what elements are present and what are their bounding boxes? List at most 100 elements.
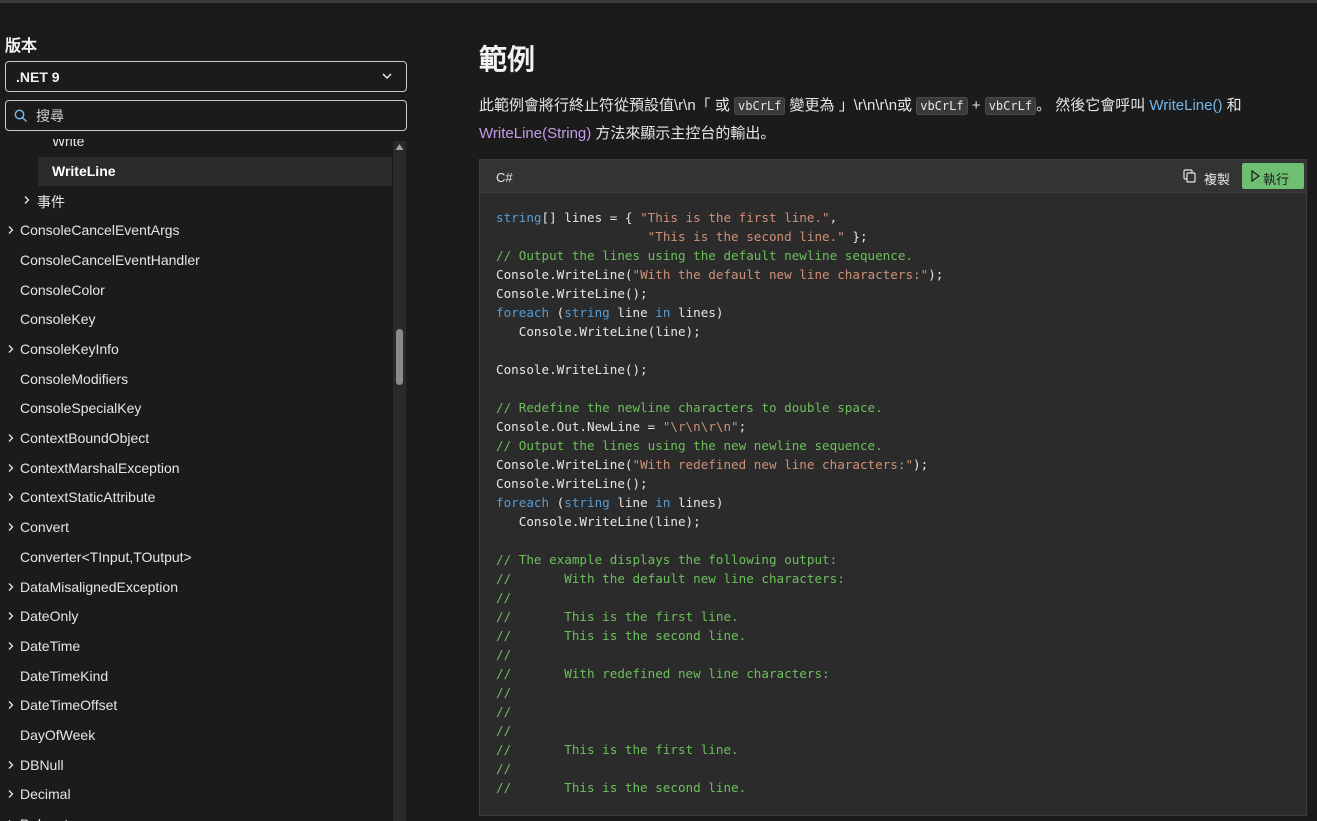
code-line: Console.WriteLine();	[496, 474, 1296, 493]
chevron-right-icon[interactable]	[6, 522, 16, 532]
toc-item-label: ContextBoundObject	[20, 430, 150, 446]
scrollbar-thumb[interactable]	[396, 329, 403, 385]
toc-item[interactable]: Convert	[0, 513, 392, 542]
toc-item[interactable]: ContextStaticAttribute	[0, 483, 392, 512]
toc-item[interactable]: 事件	[0, 186, 392, 215]
desc-text: 變更為 」\r\n\r\n或	[785, 97, 917, 114]
toc-item[interactable]: Delegate	[0, 810, 392, 821]
code-token: // This is the first line.	[496, 742, 739, 757]
chevron-right-icon[interactable]	[6, 582, 16, 592]
chevron-right-icon[interactable]	[22, 195, 32, 205]
code-token: // With the default new line characters:	[496, 571, 845, 586]
toc-item[interactable]: Write	[0, 139, 392, 156]
toc-item-label: DBNull	[20, 756, 64, 773]
toc-item[interactable]: ContextBoundObject	[0, 424, 392, 453]
toc-item[interactable]: DateTime	[0, 632, 392, 661]
code-token: string	[564, 495, 610, 510]
code-line: // Output the lines using the new newlin…	[496, 436, 1296, 455]
version-value: .NET 9	[16, 69, 60, 85]
code-token: "This is the first line."	[640, 210, 830, 225]
desc-text: 此範例會將行終止符從預設值\r\n「 或	[479, 97, 735, 114]
table-of-contents: Write WriteLine 事件 ConsoleCancelEventArgs Co…	[0, 139, 392, 821]
search-box[interactable]	[5, 100, 407, 131]
code-token: (	[549, 305, 565, 320]
code-token: string	[496, 210, 542, 225]
copy-button[interactable]: 複製	[1180, 164, 1236, 188]
code-token: ;	[738, 419, 747, 434]
code-token: "This is the second line."	[647, 229, 845, 244]
code-block-header: C# 複製 執行	[480, 160, 1306, 193]
toc-item[interactable]: ConsoleSpecialKey	[0, 394, 392, 423]
toc-item[interactable]: DayOfWeek	[0, 721, 392, 750]
code-token: //	[496, 590, 512, 605]
run-button[interactable]: 執行	[1242, 163, 1304, 189]
code-token: // This is the second line.	[496, 780, 747, 795]
chevron-right-icon[interactable]	[6, 789, 16, 799]
play-icon	[1251, 170, 1260, 182]
code-block: C# 複製 執行 string[] lines = { "This is the…	[479, 159, 1307, 816]
toc-item[interactable]: ConsoleCancelEventHandler	[0, 246, 392, 275]
code-line: // Redefine the newline characters to do…	[496, 398, 1296, 417]
chevron-down-icon	[382, 73, 392, 80]
code-line: //	[496, 721, 1296, 740]
toc-item[interactable]: ConsoleKey	[0, 305, 392, 334]
code-token: in	[655, 495, 671, 510]
toc-item[interactable]: ConsoleKeyInfo	[0, 335, 392, 364]
toc-item[interactable]: WriteLine	[38, 156, 392, 186]
code-line: // This is the second line.	[496, 778, 1296, 797]
code-line: // This is the second line.	[496, 626, 1296, 645]
chevron-right-icon[interactable]	[6, 225, 16, 235]
code-token: //	[496, 685, 512, 700]
toc-item-label: ConsoleSpecialKey	[20, 400, 142, 417]
writeline-string-link[interactable]: WriteLine(String)	[479, 125, 591, 142]
code-token: (	[549, 495, 565, 510]
toc-item[interactable]: ContextMarshalException	[0, 454, 392, 483]
copy-icon	[1183, 169, 1196, 183]
scroll-up-arrow-icon[interactable]	[395, 143, 404, 151]
code-token: Console.WriteLine();	[496, 286, 648, 301]
chevron-right-icon[interactable]	[6, 433, 16, 443]
toc-item-label: DateTimeOffset	[20, 697, 118, 714]
code-token: Console.WriteLine(	[496, 267, 633, 282]
toc-item[interactable]: Converter<TInput,TOutput>	[0, 543, 392, 572]
chevron-right-icon[interactable]	[6, 760, 16, 770]
toc-item-label: Write	[52, 139, 85, 149]
chevron-right-icon[interactable]	[6, 700, 16, 710]
chevron-right-icon[interactable]	[6, 463, 16, 473]
code-language: C#	[496, 170, 513, 185]
toc-item-label: WriteLine	[52, 162, 116, 179]
code-token: line	[609, 305, 656, 320]
toc-item-label: ContextStaticAttribute	[20, 489, 156, 506]
search-input[interactable]	[36, 105, 396, 127]
toc-scrollbar[interactable]	[393, 141, 406, 821]
chevron-right-icon[interactable]	[6, 344, 16, 354]
code-token: foreach	[496, 305, 550, 320]
code-line: "This is the second line." };	[496, 227, 1296, 246]
code-line: Console.WriteLine();	[496, 360, 1296, 379]
toc-item[interactable]: DateTimeOffset	[0, 691, 392, 720]
toc-item[interactable]: DateTimeKind	[0, 662, 392, 691]
version-select[interactable]: .NET 9	[5, 61, 407, 92]
chevron-right-icon[interactable]	[6, 492, 16, 502]
code-token: // With redefined new line characters:	[496, 666, 830, 681]
toc-item[interactable]: ConsoleColor	[0, 276, 392, 305]
chevron-right-icon[interactable]	[6, 641, 16, 651]
code-line: //	[496, 588, 1296, 607]
inline-code: vbCrLf	[916, 97, 968, 115]
toc-item[interactable]: DBNull	[0, 751, 392, 780]
toc-item[interactable]: ConsoleCancelEventArgs	[0, 216, 392, 245]
code-token: Console.WriteLine(line);	[496, 324, 701, 339]
code-line: // This is the first line.	[496, 607, 1296, 626]
toc-item[interactable]: DataMisalignedException	[0, 573, 392, 602]
toc-item[interactable]: ConsoleModifiers	[0, 365, 392, 394]
writeline-link[interactable]: WriteLine()	[1149, 97, 1222, 114]
code-token: // Output the lines using the new newlin…	[496, 438, 883, 453]
code-token: //	[496, 723, 512, 738]
toc-item[interactable]: DateOnly	[0, 602, 392, 631]
chevron-right-icon[interactable]	[6, 611, 16, 621]
toc-item[interactable]: Decimal	[0, 780, 392, 809]
page-heading: 範例	[479, 44, 536, 75]
